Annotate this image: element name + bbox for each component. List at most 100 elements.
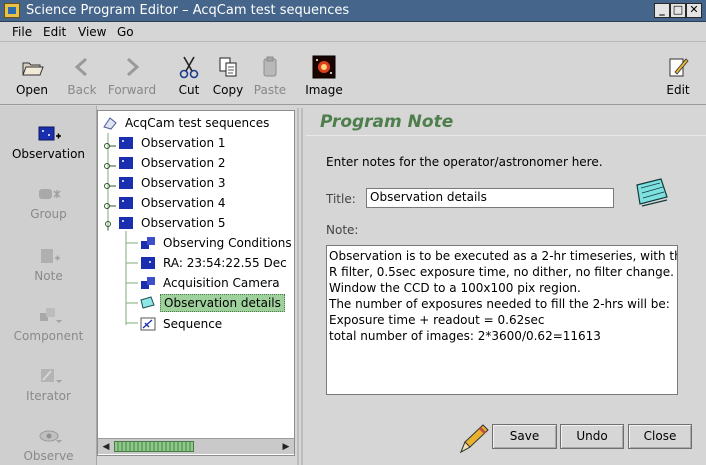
camera-component-icon <box>141 277 155 289</box>
tree-horizontal-scrollbar[interactable]: ◀ ▶ <box>98 438 294 454</box>
tree-child-label: Sequence <box>163 317 223 331</box>
palette-component-label: Component <box>13 329 84 343</box>
observe-eye-icon <box>39 430 62 443</box>
note-textarea[interactable]: Observation is to be executed as a 2-hr … <box>326 245 678 395</box>
open-label: Open <box>15 83 49 97</box>
tree-root-label: AcqCam test sequences <box>125 116 270 130</box>
menu-edit[interactable]: Edit <box>43 25 66 39</box>
pane-splitter[interactable] <box>297 108 305 465</box>
cut-label: Cut <box>178 83 200 97</box>
target-icon <box>141 257 155 269</box>
folder-open-icon <box>22 62 44 76</box>
menubar: File Edit View Go <box>0 22 706 42</box>
palette-note-label: Note <box>34 269 63 283</box>
palette-group[interactable]: Group <box>0 172 97 230</box>
save-button[interactable]: Save <box>492 424 557 449</box>
collapse-toggle-icon[interactable] <box>104 179 116 189</box>
note-icon <box>140 296 155 309</box>
observation-add-icon <box>38 126 61 141</box>
note-icon <box>636 178 668 207</box>
copy-label: Copy <box>212 83 244 97</box>
palette-iterator-label: Iterator <box>26 389 71 403</box>
tree-observation-label: Observation 3 <box>141 176 226 190</box>
back-arrow-icon <box>74 57 87 77</box>
observation-icon <box>119 217 133 229</box>
note-editor: Program Note Enter notes for the operato… <box>306 106 706 465</box>
collapse-toggle-icon[interactable] <box>104 199 116 209</box>
title-field[interactable]: Observation details <box>366 188 614 208</box>
window-titlebar: Science Program Editor – AcqCam test seq… <box>0 0 706 22</box>
title-label: Title: <box>326 192 356 206</box>
palette-component[interactable]: Component <box>0 294 97 352</box>
forward-button[interactable]: Forward <box>104 43 160 103</box>
tree-child-label: Acquisition Camera <box>163 276 280 290</box>
minimize-button[interactable]: _ <box>654 3 670 18</box>
image-label: Image <box>305 83 343 97</box>
paste-button[interactable]: Paste <box>250 43 290 103</box>
copy-button[interactable]: Copy <box>208 43 248 103</box>
scroll-right-icon[interactable]: ▶ <box>279 440 293 454</box>
observation-icon <box>119 137 133 149</box>
palette-iterator[interactable]: Iterator <box>0 354 97 412</box>
tree-observation-label: Observation 1 <box>141 136 226 150</box>
program-icon <box>103 117 117 130</box>
observation-icon <box>119 197 133 209</box>
scroll-left-icon[interactable]: ◀ <box>99 440 113 454</box>
maximize-button[interactable]: □ <box>670 3 686 18</box>
group-icon <box>39 189 61 199</box>
editor-instructions: Enter notes for the operator/astronomer … <box>326 155 603 169</box>
back-button[interactable]: Back <box>60 43 104 103</box>
edit-label: Edit <box>666 83 690 97</box>
note-add-icon <box>41 249 60 263</box>
tree-observation-label: Observation 2 <box>141 156 226 170</box>
paste-label: Paste <box>253 83 287 97</box>
paste-icon <box>263 56 277 77</box>
menu-go[interactable]: Go <box>117 25 134 39</box>
menu-view[interactable]: View <box>78 25 106 39</box>
palette-note[interactable]: Note <box>0 234 97 292</box>
cut-button[interactable]: Cut <box>170 43 208 103</box>
edit-pencil-icon <box>669 58 689 77</box>
close-window-button[interactable]: ✕ <box>686 3 702 18</box>
scroll-thumb[interactable] <box>114 441 194 452</box>
tree-observation-label: Observation 5 <box>141 216 226 230</box>
palette-observe-label: Observe <box>23 449 74 463</box>
open-button[interactable]: Open <box>6 43 58 103</box>
scissors-icon <box>179 56 199 79</box>
copy-icon <box>219 57 237 77</box>
pencil-icon <box>460 424 489 454</box>
component-icon <box>40 308 62 323</box>
app-icon <box>4 3 20 18</box>
editor-heading: Program Note <box>320 112 454 132</box>
program-tree: AcqCam test sequences Observation 1 Obse… <box>97 110 295 456</box>
observation-icon <box>119 157 133 169</box>
close-button[interactable]: Close <box>628 424 692 449</box>
forward-label: Forward <box>107 83 157 97</box>
tree-child-label: Observing Conditions <box>163 236 292 250</box>
undo-button[interactable]: Undo <box>560 424 624 449</box>
collapse-toggle-icon[interactable] <box>104 159 116 169</box>
expand-toggle-icon[interactable] <box>104 219 116 230</box>
back-label: Back <box>67 83 97 97</box>
tree-observation-label: Observation 4 <box>141 196 226 210</box>
toolbar: Open Back Forward Cut Copy Paste Image E… <box>0 43 706 105</box>
menu-file[interactable]: File <box>12 25 32 39</box>
collapse-toggle-icon[interactable] <box>104 139 116 149</box>
heading-divider <box>306 135 706 136</box>
edit-button[interactable]: Edit <box>660 43 696 103</box>
iterator-icon <box>41 369 62 383</box>
tree-child-label: RA: 23:54:22.55 Dec <box>163 256 287 270</box>
image-button[interactable]: Image <box>302 43 346 103</box>
note-label: Note: <box>326 223 359 237</box>
component-palette: Observation Group Note Component Iterato… <box>0 106 97 465</box>
conditions-icon <box>141 237 155 249</box>
observation-icon <box>119 177 133 189</box>
sky-image-icon <box>312 55 336 79</box>
sequence-icon <box>140 317 156 331</box>
palette-observation-label: Observation <box>11 147 86 161</box>
window-title: Science Program Editor – AcqCam test seq… <box>26 3 350 18</box>
palette-group-label: Group <box>30 207 67 221</box>
palette-observation[interactable]: Observation <box>0 112 97 170</box>
tree-child-label: Observation details <box>160 294 285 312</box>
palette-observe[interactable]: Observe <box>0 414 97 465</box>
